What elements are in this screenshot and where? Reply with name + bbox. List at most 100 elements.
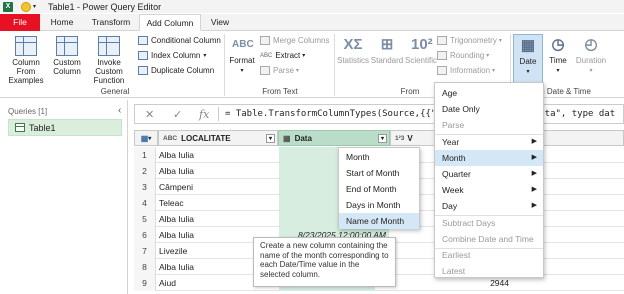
menu-item-age[interactable]: Age — [435, 85, 543, 101]
clock-icon: ◷ — [551, 36, 565, 53]
menu-item-date-only[interactable]: Date Only — [435, 101, 543, 117]
row-number: 4 — [134, 195, 156, 211]
merge-columns-button[interactable]: Merge Columns — [260, 36, 329, 45]
invoke-custom-function-button[interactable]: Invoke Custom Function — [84, 36, 134, 85]
submenu-item-name-of-month[interactable]: Name of Month — [339, 213, 419, 229]
group-label-from-number: From — [400, 87, 420, 96]
menu-item-month[interactable]: Month ▶ — [435, 150, 543, 166]
date-button[interactable]: ▦ Date ▾ — [513, 34, 543, 84]
column-header-localitate[interactable]: ABC LOCALITATE ▾ — [158, 130, 278, 146]
cell-localitate: Alba Iulia — [159, 230, 194, 240]
ribbon-tabs: File Home Transform Add Column View — [0, 14, 624, 31]
scientific-button[interactable]: 10² Scientific — [404, 36, 438, 65]
conditional-column-label: Conditional Column — [151, 36, 221, 45]
window-title: Table1 - Power Query Editor — [48, 1, 162, 12]
duplicate-column-icon — [138, 66, 148, 75]
submenu-arrow-icon: ▶ — [531, 186, 537, 193]
cell-localitate: Livezile — [159, 246, 188, 256]
calendar-type-icon: ▦ — [283, 133, 291, 143]
trigonometry-button[interactable]: Trigonometry ▾ — [437, 36, 502, 45]
scientific-icon: 10² — [411, 36, 433, 53]
information-button[interactable]: Information ▾ — [437, 66, 495, 75]
parse-icon — [260, 66, 270, 75]
ribbon-separator — [334, 34, 335, 96]
group-label-from-text: From Text — [262, 87, 298, 96]
column-header-label: LOCALITATE — [181, 133, 231, 143]
standard-operations-icon: ⊞ — [380, 36, 394, 53]
menu-item-earliest[interactable]: Earliest — [435, 247, 543, 263]
cancel-icon[interactable]: ✕ — [145, 108, 154, 121]
statistics-button[interactable]: XΣ Statistics — [336, 36, 370, 65]
excel-icon: X — [3, 1, 13, 12]
tab-view[interactable]: View — [203, 14, 237, 31]
tab-file[interactable]: File — [0, 14, 40, 31]
cell-localitate: Câmpeni — [159, 182, 194, 192]
table-menu-button[interactable]: ▦ ▾ — [134, 130, 158, 146]
index-column-button[interactable]: Index Column ▾ — [138, 51, 206, 60]
rounding-button[interactable]: Rounding ▾ — [437, 51, 489, 60]
cell-localitate: Alba Iulia — [159, 262, 194, 272]
extract-label: Extract — [275, 51, 301, 60]
column-header-data[interactable]: ▦ Data ▾ — [278, 130, 390, 146]
information-icon — [437, 66, 447, 75]
formula-bar[interactable]: ✕ ✓ fx = Table.TransformColumnTypes(Sour… — [134, 104, 624, 124]
formula-text[interactable]: = Table.TransformColumnTypes(Source,{{" — [225, 109, 436, 119]
column-filter-dropdown-icon[interactable]: ▾ — [378, 134, 387, 143]
cell-localitate: Alba Iulia — [159, 166, 194, 176]
column-filter-dropdown-icon[interactable]: ▾ — [266, 134, 275, 143]
format-label: Format — [229, 56, 255, 65]
conditional-column-button[interactable]: Conditional Column — [138, 36, 221, 45]
scientific-label: Scientific — [404, 56, 437, 65]
invoke-custom-function-label: Invoke Custom Function — [93, 58, 125, 85]
row-number: 9 — [134, 275, 156, 291]
column-from-examples-icon — [15, 36, 37, 56]
column-from-examples-button[interactable]: Column From Examples — [2, 36, 50, 85]
menu-item-day[interactable]: Day ▶ — [435, 198, 543, 214]
menu-item-parse[interactable]: Parse — [435, 117, 543, 133]
cell-localitate: Aiud — [159, 278, 177, 288]
menu-item-quarter[interactable]: Quarter ▶ — [435, 166, 543, 182]
menu-item-latest[interactable]: Latest — [435, 263, 543, 279]
smiley-feedback-icon[interactable] — [21, 1, 31, 12]
group-label-from-date-time: m Date & Time — [538, 87, 591, 96]
standard-label: Standard — [370, 56, 404, 65]
menu-item-subtract-days[interactable]: Subtract Days — [435, 215, 543, 231]
menu-item-label: Month — [442, 153, 466, 163]
duration-button[interactable]: ◴ Duration ▾ — [573, 36, 609, 76]
submenu-item-end-of-month[interactable]: End of Month — [339, 181, 419, 197]
submenu-item-month[interactable]: Month — [339, 149, 419, 165]
submenu-arrow-icon: ▶ — [531, 138, 537, 145]
format-icon: ABC — [232, 39, 254, 50]
menu-item-year[interactable]: Year ▶ — [435, 134, 543, 150]
submenu-item-start-of-month[interactable]: Start of Month — [339, 165, 419, 181]
query-item-label: Table1 — [29, 122, 56, 133]
merge-columns-icon — [260, 36, 270, 45]
submenu-arrow-icon: ▶ — [531, 170, 537, 177]
standard-button[interactable]: ⊞ Standard — [370, 36, 404, 65]
format-button[interactable]: ABC Format ▾ — [228, 36, 256, 76]
confirm-icon[interactable]: ✓ — [173, 108, 182, 121]
tab-transform[interactable]: Transform — [84, 14, 138, 31]
row-number: 7 — [134, 243, 156, 259]
rounding-icon — [437, 51, 447, 60]
fx-icon[interactable]: fx — [199, 108, 209, 121]
queries-header: Queries [1] — [8, 107, 48, 116]
parse-label: Parse — [273, 66, 294, 75]
time-button[interactable]: ◷ Time ▾ — [545, 36, 571, 76]
menu-item-combine-date-and-time[interactable]: Combine Date and Time — [435, 231, 543, 247]
tab-home[interactable]: Home — [42, 14, 82, 31]
menu-item-week[interactable]: Week ▶ — [435, 182, 543, 198]
invoke-function-icon — [98, 36, 120, 56]
chevron-down-icon[interactable]: ▾ — [33, 3, 36, 10]
tab-add-column[interactable]: Add Column — [139, 14, 201, 31]
parse-button[interactable]: Parse ▾ — [260, 66, 299, 75]
row-number: 1 — [134, 147, 156, 163]
title-bar: X ▾ Table1 - Power Query Editor — [0, 0, 624, 13]
cell-localitate: Alba Iulia — [159, 150, 194, 160]
extract-button[interactable]: ABC Extract ▾ — [260, 51, 305, 60]
submenu-item-days-in-month[interactable]: Days in Month — [339, 197, 419, 213]
collapse-chevron-icon[interactable]: ‹ — [118, 105, 121, 116]
query-item-table1[interactable]: Table1 — [8, 119, 122, 136]
duplicate-column-button[interactable]: Duplicate Column — [138, 66, 214, 75]
custom-column-button[interactable]: Custom Column — [52, 36, 82, 76]
